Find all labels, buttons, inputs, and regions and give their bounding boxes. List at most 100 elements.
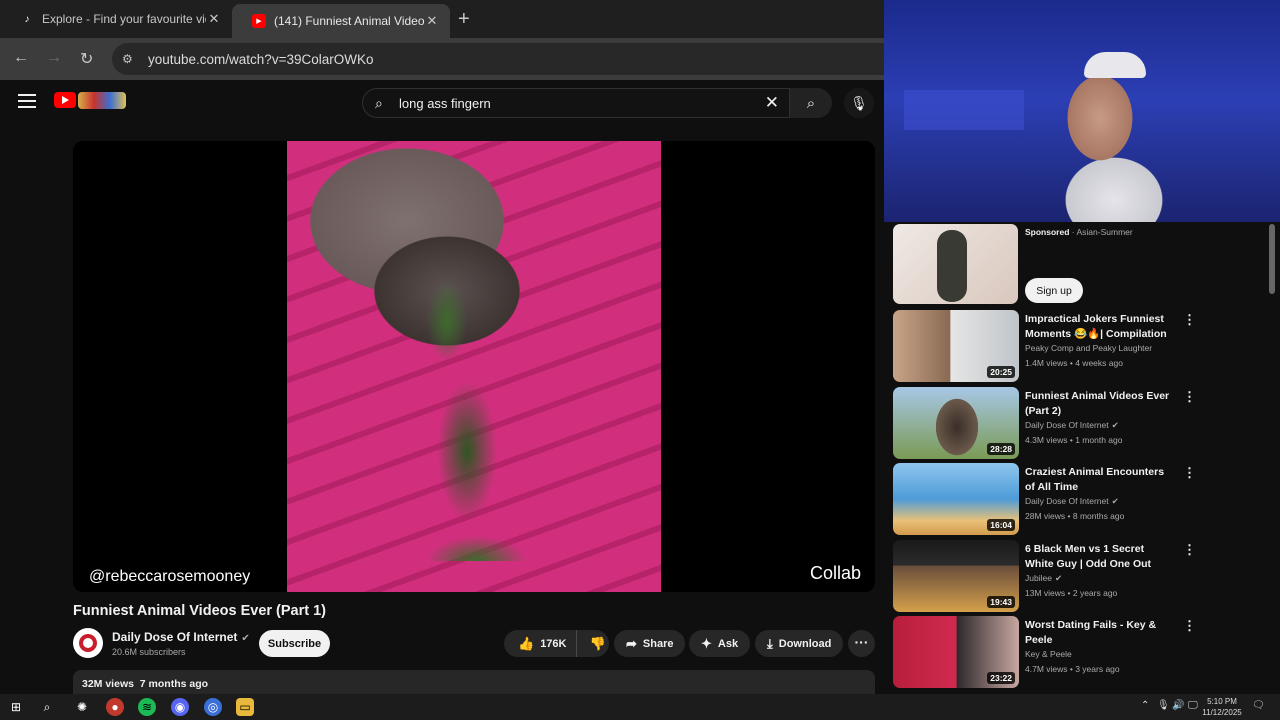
channel-avatar[interactable]	[73, 628, 103, 658]
more-actions-icon[interactable]: ···	[848, 630, 875, 657]
video-thumbnail[interactable]: 16:04	[893, 463, 1019, 535]
voice-search-icon[interactable]: 🎙	[844, 88, 874, 118]
windows-start-icon[interactable]: ⊞	[7, 698, 25, 716]
recommendations-sidebar: Sponsored · Asian-Summer Sign up 20:25 I…	[884, 222, 1280, 692]
video-title[interactable]: Worst Dating Fails - Key & Peele	[1025, 618, 1175, 648]
recommended-video[interactable]: 16:04 Craziest Animal Encounters of All …	[893, 463, 1263, 535]
video-thumbnail[interactable]: 23:22	[893, 616, 1019, 688]
back-icon[interactable]: ←	[13, 49, 29, 67]
search-icon: ⌕	[375, 94, 383, 111]
channel-name[interactable]: Peaky Comp and Peaky Laughter	[1025, 343, 1152, 353]
microphone-icon[interactable]: 🎙	[1157, 700, 1170, 711]
app-icon[interactable]: ●	[106, 698, 124, 716]
sidebar-scrollbar[interactable]	[1269, 224, 1275, 294]
address-bar[interactable]: ⚙ youtube.com/watch?v=39ColarOWKo	[112, 43, 884, 75]
youtube-icon: ▶	[252, 14, 266, 28]
close-tab-icon[interactable]: ✕	[424, 13, 440, 29]
video-title[interactable]: Funniest Animal Videos Ever (Part 2)	[1025, 389, 1175, 419]
menu-icon[interactable]	[18, 94, 36, 112]
app-icon[interactable]: ✺	[73, 698, 91, 716]
video-title[interactable]: 6 Black Men vs 1 Secret White Guy | Odd …	[1025, 542, 1175, 572]
like-button[interactable]: 👍 176K	[504, 630, 578, 657]
more-options-icon[interactable]: ⋮	[1183, 618, 1196, 634]
download-button[interactable]: ⤓ Download	[755, 630, 844, 657]
sponsored-label: Sponsored · Asian-Summer	[1025, 227, 1133, 237]
video-overlay-credit: @rebeccarosemooney	[89, 568, 251, 585]
video-player[interactable]: @rebeccarosemooney Collab	[73, 141, 875, 592]
search-button[interactable]: ⌕	[790, 88, 832, 118]
video-thumbnail[interactable]: 20:25	[893, 310, 1019, 382]
download-icon: ⤓	[767, 635, 773, 651]
channel-name[interactable]: Key & Peele	[1025, 649, 1072, 659]
youtube-doodle[interactable]	[78, 92, 126, 109]
channel-name[interactable]: Daily Dose Of Internet ✔	[1025, 496, 1119, 507]
video-duration: 20:25	[987, 366, 1015, 378]
chrome-icon[interactable]: ◎	[204, 698, 222, 716]
thumbs-up-icon: 👍	[518, 635, 535, 651]
tiktok-icon: ♪	[24, 13, 30, 25]
search-input[interactable]: long ass fingern	[399, 96, 765, 111]
recommended-video[interactable]: 20:25 Impractical Jokers Funniest Moment…	[893, 310, 1263, 382]
channel-name[interactable]: Daily Dose Of Internet ✔	[112, 630, 250, 644]
sparkle-icon: ✦	[701, 635, 712, 651]
new-tab-icon[interactable]: +	[458, 8, 470, 31]
network-icon[interactable]: 🖵	[1188, 700, 1198, 711]
subscribe-button[interactable]: Subscribe	[259, 630, 330, 657]
ad-signup-button[interactable]: Sign up	[1025, 278, 1083, 303]
description-box[interactable]: 32M views 7 months ago	[73, 670, 875, 694]
system-clock[interactable]: 5:10 PM 11/12/2025	[1200, 696, 1244, 718]
video-thumbnail[interactable]: 19:43	[893, 540, 1019, 612]
more-options-icon[interactable]: ⋮	[1183, 312, 1196, 328]
verified-icon: ✔	[1111, 420, 1119, 430]
channel-name[interactable]: Daily Dose Of Internet ✔	[1025, 420, 1119, 431]
ask-button[interactable]: ✦ Ask	[689, 630, 751, 657]
video-title[interactable]: Craziest Animal Encounters of All Time	[1025, 465, 1175, 495]
tab-tiktok[interactable]: ♪ Explore - Find your favourite videos o…	[0, 0, 232, 38]
search-icon: ⌕	[806, 94, 816, 112]
more-options-icon[interactable]: ⋮	[1183, 465, 1196, 481]
channel-name-text: Daily Dose Of Internet	[1025, 496, 1109, 506]
subscriber-count: 20.6M subscribers	[112, 647, 186, 657]
download-label: Download	[778, 637, 832, 650]
ad-thumbnail[interactable]	[893, 224, 1018, 304]
recommended-video[interactable]: 28:28 Funniest Animal Videos Ever (Part …	[893, 387, 1263, 459]
video-duration: 23:22	[987, 672, 1015, 684]
video-frame	[287, 141, 661, 592]
file-explorer-icon[interactable]: ▭	[236, 698, 254, 716]
search-icon[interactable]: ⌕	[38, 698, 56, 716]
dislike-button[interactable]: 👎	[577, 636, 617, 652]
video-meta: 28M views • 8 months ago	[1025, 511, 1125, 521]
sponsored-text: Sponsored	[1025, 227, 1070, 237]
channel-name[interactable]: Jubilee ✔	[1025, 573, 1062, 584]
recommended-video[interactable]: 19:43 6 Black Men vs 1 Secret White Guy …	[893, 540, 1263, 612]
video-thumbnail[interactable]: 28:28	[893, 387, 1019, 459]
more-options-icon[interactable]: ⋮	[1183, 542, 1196, 558]
reload-icon[interactable]: ↻	[80, 49, 93, 69]
chevron-up-icon[interactable]: ⌃	[1141, 700, 1149, 711]
youtube-logo-icon[interactable]	[54, 92, 76, 108]
search-box[interactable]: ⌕ long ass fingern ✕	[362, 88, 790, 118]
clear-search-icon[interactable]: ✕	[765, 93, 779, 113]
spotify-icon[interactable]: ≋	[138, 698, 156, 716]
tab-youtube[interactable]: ▶ (141) Funniest Animal Videos Ever (Par…	[232, 4, 450, 38]
notification-icon[interactable]: 🗨	[1252, 700, 1265, 711]
browser-toolbar: ← → ↻ ⚙ youtube.com/watch?v=39ColarOWKo	[0, 38, 884, 80]
forward-icon[interactable]: →	[46, 49, 62, 67]
share-button[interactable]: ➦ Share	[614, 630, 686, 657]
verified-icon: ✔	[241, 633, 250, 644]
speaker-icon[interactable]: 🔊	[1172, 700, 1184, 711]
video-title[interactable]: Impractical Jokers Funniest Moments 😂🔥| …	[1025, 312, 1175, 342]
taskbar: ⊞ ⌕ ✺ ● ≋ ◉ ◎ ▭ ⌃ 🎙 🔊 🖵 5:10 PM 11/12/20…	[0, 694, 1280, 720]
video-meta: 13M views • 2 years ago	[1025, 588, 1118, 598]
discord-icon[interactable]: ◉	[171, 698, 189, 716]
url-text: youtube.com/watch?v=39ColarOWKo	[148, 51, 374, 67]
video-overlay-tag: Collab	[809, 563, 861, 583]
recommended-video[interactable]: 23:22 Worst Dating Fails - Key & Peele K…	[893, 616, 1263, 688]
site-info-icon[interactable]: ⚙	[122, 52, 136, 66]
channel-name-text: Daily Dose Of Internet	[112, 630, 238, 644]
close-tab-icon[interactable]: ✕	[206, 11, 222, 27]
ask-label: Ask	[717, 637, 739, 650]
channel-name-text: Jubilee	[1025, 573, 1052, 583]
view-count: 32M views	[82, 678, 134, 690]
more-options-icon[interactable]: ⋮	[1183, 389, 1196, 405]
